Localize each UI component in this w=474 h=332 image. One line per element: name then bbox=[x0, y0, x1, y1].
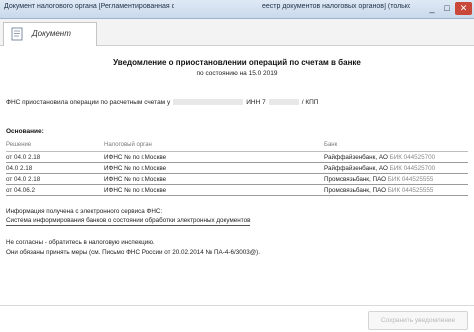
bank-bik: БИК 044525700 bbox=[389, 165, 436, 172]
bank-bik: БИК 044525555 bbox=[387, 176, 434, 183]
info-source-link[interactable]: Система информирования банков о состояни… bbox=[6, 217, 251, 226]
row-bank: Райффайзенбанк, АО БИК 044525700 bbox=[324, 154, 435, 161]
row-tax-authority: ИФНС № по г.Москве bbox=[104, 176, 167, 183]
intro-text: ФНС приостановила операции по расчетным … bbox=[6, 99, 318, 106]
bank-name: Райффайзенбанк, АО bbox=[324, 165, 388, 172]
row-divider bbox=[6, 195, 468, 196]
table-row: 04.0 2.18 ИФНС № по г.Москве Райффайзенб… bbox=[6, 163, 468, 174]
row-tax-authority: ИФНС № по г.Москве bbox=[104, 154, 167, 161]
document-title: Уведомление о приостановлении операций п… bbox=[113, 58, 361, 67]
bank-name: Промсвязьбанк, ПАО bbox=[324, 187, 387, 194]
row-decision: 04.0 2.18 bbox=[6, 165, 33, 172]
close-button[interactable]: ✕ bbox=[455, 2, 472, 15]
bank-name: Промсвязьбанк, ПАО bbox=[324, 176, 387, 183]
row-decision: от 04.0 2.18 bbox=[6, 176, 41, 183]
window-title-left: Документ налогового органа [Регламентиро… bbox=[4, 3, 174, 10]
column-header-bank: Банк bbox=[324, 142, 338, 148]
table-header: Решение Налоговый орган Банк bbox=[6, 142, 468, 150]
document-icon bbox=[11, 27, 23, 41]
info-source-label: Информация получена с электронного серви… bbox=[6, 208, 163, 215]
row-bank: Промсвязьбанк, ПАО БИК 044525555 bbox=[324, 176, 433, 183]
basis-label: Основание: bbox=[6, 128, 44, 135]
column-header-decision: Решение bbox=[6, 142, 32, 148]
table-row: от 04.0 2.18 ИФНС № по г.Москве Промсвяз… bbox=[6, 174, 468, 185]
redacted-inn bbox=[268, 99, 299, 106]
row-bank: Промсвязьбанк, ПАО БИК 044525555 bbox=[324, 187, 433, 194]
obligation-note: Они обязаны принять меры (см. Письмо ФНС… bbox=[6, 249, 260, 256]
row-bank: Райффайзенбанк, АО БИК 044525700 bbox=[324, 165, 435, 172]
row-tax-authority: ИФНС № по г.Москве bbox=[104, 165, 167, 172]
tab-label: Документ bbox=[32, 29, 71, 38]
column-header-tax: Налоговый орган bbox=[104, 142, 152, 148]
tab-strip: Документ bbox=[0, 19, 474, 46]
minimize-button[interactable]: _ bbox=[425, 2, 439, 15]
bank-name: Райффайзенбанк, АО bbox=[324, 154, 388, 161]
maximize-button[interactable]: □ bbox=[440, 2, 454, 15]
row-decision: от 04.06.2 bbox=[6, 187, 36, 194]
save-notification-button[interactable]: Сохранить уведомление bbox=[368, 311, 468, 330]
bank-bik: БИК 044525555 bbox=[387, 187, 434, 194]
table-row: от 04.06.2 ИФНС № по г.Москве Промсвязьб… bbox=[6, 185, 468, 196]
window-titlebar: Документ налогового органа [Регламентиро… bbox=[0, 0, 474, 19]
document-date: по состоянию на 15.0 2019 bbox=[196, 70, 278, 77]
tab-document[interactable]: Документ bbox=[3, 22, 97, 46]
redacted-company bbox=[173, 99, 244, 106]
table-row: от 04.0 2.18 ИФНС № по г.Москве Райффайз… bbox=[6, 152, 468, 163]
intro-label: ФНС приостановила операции по расчетным … bbox=[6, 99, 171, 106]
intro-kpp: / КПП bbox=[301, 99, 319, 106]
disagree-note: Не согласны - обратитесь в налоговую инс… bbox=[6, 239, 155, 246]
window-title-right: еестр документов налоговых органов] (тол… bbox=[262, 3, 410, 10]
row-decision: от 04.0 2.18 bbox=[6, 154, 41, 161]
footer-divider bbox=[0, 305, 474, 306]
intro-inn: ИНН 7 bbox=[246, 99, 266, 106]
bank-bik: БИК 044525700 bbox=[389, 154, 436, 161]
row-tax-authority: ИФНС № по г.Москве bbox=[104, 187, 167, 194]
